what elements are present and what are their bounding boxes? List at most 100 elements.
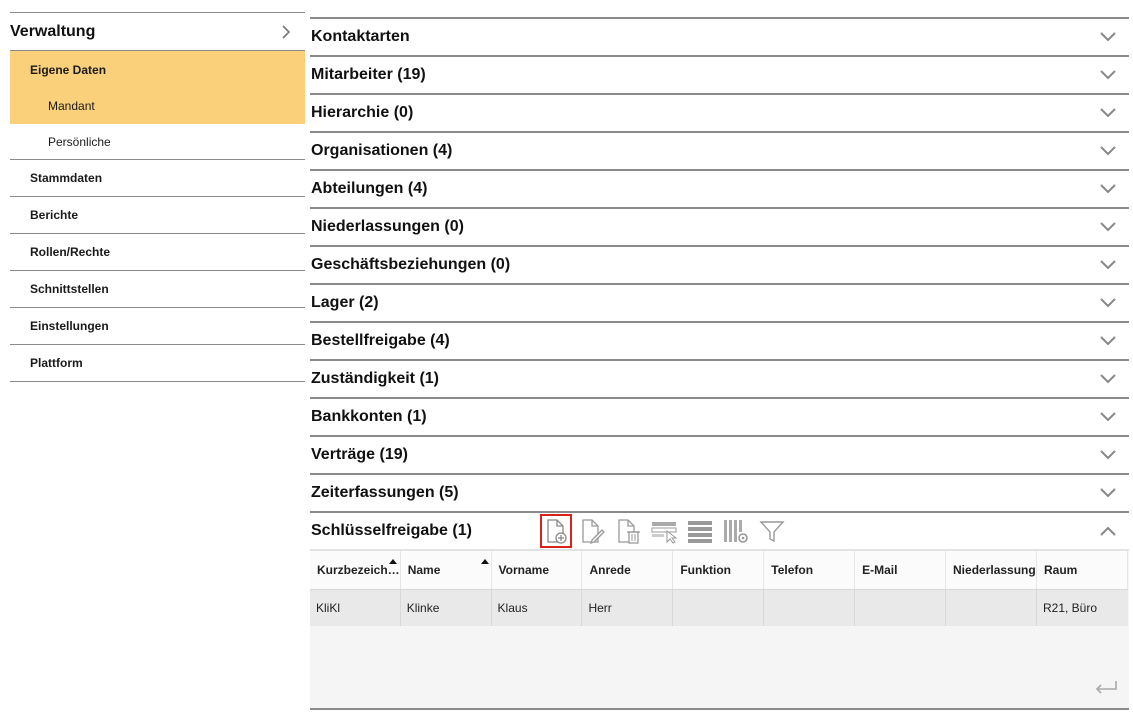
accordion-row-title: Bestellfreigabe (4) bbox=[311, 332, 450, 349]
sidebar-item-persoenliche[interactable]: Persönliche bbox=[10, 124, 305, 160]
chevron-up-icon bbox=[1100, 526, 1116, 536]
accordion-row-title: Bankkonten (1) bbox=[311, 408, 427, 425]
chevron-right-icon bbox=[282, 24, 291, 39]
table-cell: Herr bbox=[581, 589, 674, 626]
chevron-down-icon bbox=[1100, 32, 1116, 42]
column-settings-icon bbox=[723, 520, 748, 543]
accordion-row-title: Geschäftsbeziehungen (0) bbox=[311, 256, 511, 273]
delete-document-icon bbox=[618, 519, 640, 544]
sidebar-item-label: Einstellungen bbox=[30, 319, 109, 333]
select-row-icon bbox=[651, 522, 678, 544]
accordion-row-schluesselfreigabe[interactable]: Schlüsselfreigabe (1) bbox=[310, 513, 1129, 551]
accordion-row-title: Verträge (19) bbox=[311, 446, 408, 463]
sort-ascending-icon bbox=[480, 559, 489, 564]
accordion-row-niederlassungen[interactable]: Niederlassungen (0) bbox=[310, 209, 1129, 247]
chevron-down-icon bbox=[1100, 298, 1116, 308]
sort-ascending-icon bbox=[389, 559, 397, 564]
table-cell bbox=[854, 589, 947, 626]
rows-icon bbox=[687, 521, 712, 543]
sidebar: Verwaltung Eigene Daten Mandant Persönli… bbox=[10, 12, 305, 382]
select-row-button[interactable] bbox=[648, 514, 680, 548]
new-document-icon bbox=[547, 519, 567, 544]
accordion-row-zustaendigkeit[interactable]: Zuständigkeit (1) bbox=[310, 361, 1129, 399]
chevron-down-icon bbox=[1100, 450, 1116, 460]
column-header-telefon[interactable]: Telefon bbox=[763, 551, 856, 590]
accordion-row-mitarbeiter[interactable]: Mitarbeiter (19) bbox=[310, 57, 1129, 95]
chevron-down-icon bbox=[1100, 146, 1116, 156]
accordion-row-hierarchie[interactable]: Hierarchie (0) bbox=[310, 95, 1129, 133]
column-header-name[interactable]: Name bbox=[400, 551, 492, 590]
accordion-row-lager[interactable]: Lager (2) bbox=[310, 285, 1129, 323]
chevron-down-icon bbox=[1100, 488, 1116, 498]
table-cell bbox=[763, 589, 856, 626]
column-header-vorname[interactable]: Vorname bbox=[491, 551, 583, 590]
accordion-row-title: Mitarbeiter (19) bbox=[311, 66, 426, 83]
accordion-row-kontaktarten[interactable]: Kontaktarten bbox=[310, 19, 1129, 57]
delete-entry-button[interactable] bbox=[612, 514, 644, 548]
table-cell: R21, Büro bbox=[1036, 589, 1128, 626]
accordion-row-zeiterfassungen[interactable]: Zeiterfassungen (5) bbox=[310, 475, 1129, 513]
chevron-down-icon bbox=[1100, 374, 1116, 384]
column-header-kurzbezeichnung[interactable]: Kurzbezeich… bbox=[310, 551, 401, 590]
filter-icon bbox=[759, 521, 785, 543]
accordion-row-vertraege[interactable]: Verträge (19) bbox=[310, 437, 1129, 475]
accordion-row-geschaeftsbeziehungen[interactable]: Geschäftsbeziehungen (0) bbox=[310, 247, 1129, 285]
sidebar-item-schnittstellen[interactable]: Schnittstellen bbox=[10, 271, 305, 308]
new-entry-button[interactable] bbox=[539, 514, 572, 548]
accordion-row-title: Hierarchie (0) bbox=[311, 104, 414, 121]
column-header-anrede[interactable]: Anrede bbox=[581, 551, 674, 590]
chevron-down-icon bbox=[1100, 260, 1116, 270]
table-cell: Klaus bbox=[491, 589, 583, 626]
edit-document-icon bbox=[582, 519, 605, 545]
column-header-raum[interactable]: Raum bbox=[1036, 551, 1128, 590]
accordion-row-title: Organisationen (4) bbox=[311, 142, 453, 159]
table-row[interactable]: KliKl Klinke Klaus Herr R21, Büro bbox=[310, 589, 1128, 626]
accordion-row-title: Kontaktarten bbox=[311, 28, 410, 45]
table-header-row: Kurzbezeich… Name Vorname Anrede Funktio… bbox=[310, 551, 1128, 590]
rows-view-button[interactable] bbox=[684, 514, 716, 548]
sidebar-header-verwaltung[interactable]: Verwaltung bbox=[10, 13, 305, 51]
accordion-row-abteilungen[interactable]: Abteilungen (4) bbox=[310, 171, 1129, 209]
accordion-row-title: Lager (2) bbox=[311, 294, 379, 311]
filter-button[interactable] bbox=[756, 514, 788, 548]
sidebar-title: Verwaltung bbox=[10, 22, 96, 40]
accordion-row-bankkonten[interactable]: Bankkonten (1) bbox=[310, 399, 1129, 437]
column-header-email[interactable]: E-Mail bbox=[854, 551, 947, 590]
sidebar-item-berichte[interactable]: Berichte bbox=[10, 197, 305, 234]
sidebar-item-label: Eigene Daten bbox=[30, 62, 107, 77]
accordion-row-title: Abteilungen (4) bbox=[311, 180, 428, 197]
return-icon[interactable] bbox=[1093, 678, 1119, 698]
sidebar-item-label: Mandant bbox=[48, 99, 95, 113]
column-header-funktion[interactable]: Funktion bbox=[672, 551, 765, 590]
column-header-niederlassung[interactable]: Niederlassung bbox=[945, 551, 1037, 590]
sidebar-item-stammdaten[interactable]: Stammdaten bbox=[10, 160, 305, 197]
accordion-row-bestellfreigabe[interactable]: Bestellfreigabe (4) bbox=[310, 323, 1129, 361]
chevron-down-icon bbox=[1100, 184, 1116, 194]
accordion-row-organisationen[interactable]: Organisationen (4) bbox=[310, 133, 1129, 171]
sidebar-item-rollen-rechte[interactable]: Rollen/Rechte bbox=[10, 234, 305, 271]
sidebar-item-mandant[interactable]: Mandant bbox=[10, 88, 305, 124]
table-cell bbox=[945, 589, 1037, 626]
schluesselfreigabe-table: Kurzbezeich… Name Vorname Anrede Funktio… bbox=[310, 551, 1129, 710]
chevron-down-icon bbox=[1100, 412, 1116, 422]
sidebar-item-label: Plattform bbox=[30, 356, 83, 370]
accordion-row-title: Schlüsselfreigabe (1) bbox=[311, 522, 472, 539]
chevron-down-icon bbox=[1100, 108, 1116, 118]
sidebar-item-eigene-daten[interactable]: Eigene Daten bbox=[10, 51, 305, 88]
edit-entry-button[interactable] bbox=[576, 514, 608, 548]
sidebar-item-label: Stammdaten bbox=[30, 171, 103, 185]
sidebar-item-label: Persönliche bbox=[48, 134, 111, 149]
column-settings-button[interactable] bbox=[720, 514, 752, 548]
accordion-row-title: Niederlassungen (0) bbox=[311, 218, 464, 235]
accordion-row-title: Zeiterfassungen (5) bbox=[311, 484, 459, 501]
sidebar-item-label: Rollen/Rechte bbox=[30, 245, 111, 259]
sidebar-item-plattform[interactable]: Plattform bbox=[10, 345, 305, 382]
table-cell: KliKl bbox=[310, 589, 401, 626]
accordion-row-title: Zuständigkeit (1) bbox=[311, 370, 440, 387]
chevron-down-icon bbox=[1100, 336, 1116, 346]
chevron-down-icon bbox=[1100, 70, 1116, 80]
sidebar-item-label: Berichte bbox=[30, 208, 79, 222]
table-toolbar bbox=[539, 514, 788, 548]
table-cell bbox=[672, 589, 765, 626]
sidebar-item-einstellungen[interactable]: Einstellungen bbox=[10, 308, 305, 345]
